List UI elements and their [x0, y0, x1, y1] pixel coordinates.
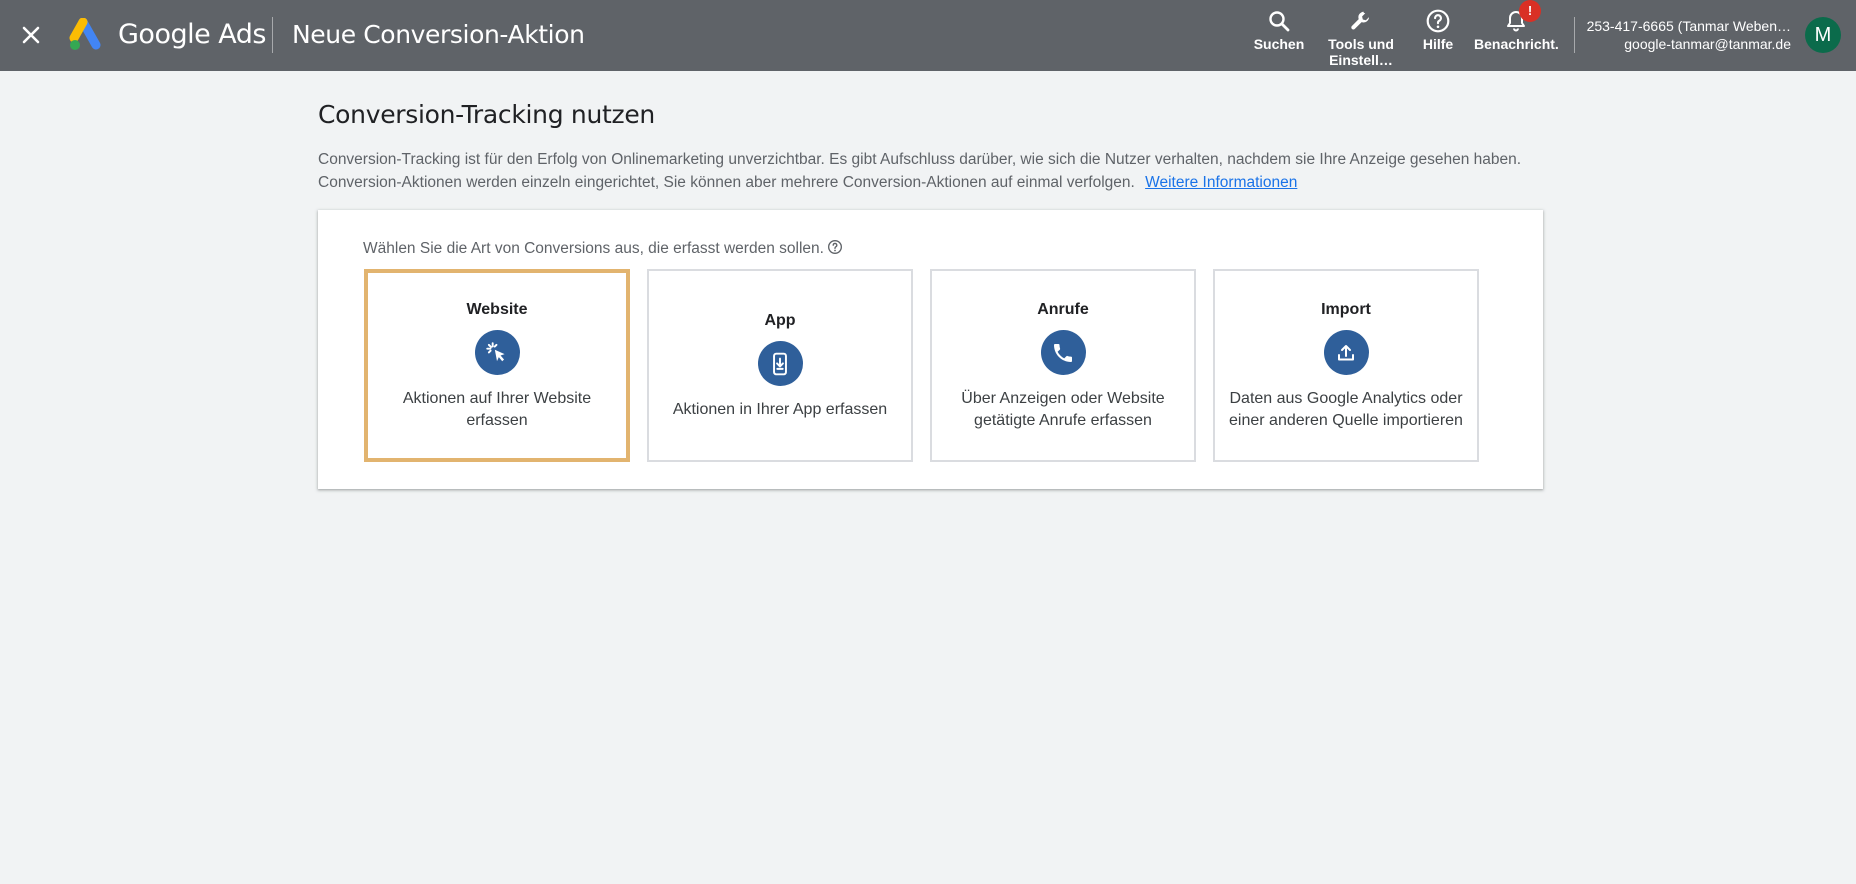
conversion-type-card: Wählen Sie die Art von Conversions aus, … — [318, 210, 1543, 489]
option-title: App — [764, 312, 796, 329]
search-button[interactable]: Suchen — [1248, 6, 1310, 52]
option-description: Aktionen auf Ihrer Website erfassen — [402, 390, 592, 429]
cursor-click-icon — [486, 341, 505, 361]
search-icon — [1269, 11, 1290, 32]
option-title: Import — [1321, 301, 1371, 318]
account-email: google-tanmar@tanmar.de — [1624, 36, 1791, 52]
option-title: Anrufe — [1037, 301, 1089, 318]
brand-name: Google Ads — [118, 19, 267, 50]
option-import[interactable]: Import Daten aus Google Analytics oder e… — [1213, 269, 1479, 462]
option-icon — [474, 330, 520, 375]
option-description: Daten aus Google Analytics oder einer an… — [1229, 390, 1463, 429]
google-ads-logo-icon — [69, 18, 101, 50]
account-name: 253-417-6665 (Tanmar Weben… — [1586, 18, 1791, 34]
close-button[interactable] — [14, 18, 48, 52]
help-circle-icon — [1426, 9, 1450, 33]
option-title: Website — [466, 301, 528, 318]
option-website[interactable]: Website Aktionen auf Ihrer Website erfas… — [364, 269, 630, 462]
option-description: Über Anzeigen oder Website getätigte Anr… — [961, 390, 1165, 429]
header-divider — [272, 17, 273, 53]
avatar[interactable]: M — [1805, 17, 1841, 53]
notification-badge: ! — [1519, 0, 1541, 22]
option-icon — [1323, 330, 1369, 375]
phone-download-icon — [773, 352, 787, 375]
learn-more-link[interactable]: Weitere Informationen — [1145, 174, 1297, 191]
tools-settings-label: Tools und Einstell… — [1328, 36, 1394, 68]
help-outline-icon[interactable] — [827, 239, 843, 255]
top-app-bar: Google Ads Neue Conversion-Aktion Suchen… — [0, 0, 1856, 71]
main-heading: Conversion-Tracking nutzen — [318, 100, 655, 129]
option-description: Aktionen in Ihrer App erfassen — [672, 401, 888, 418]
select-label: Wählen Sie die Art von Conversions aus, … — [363, 240, 824, 257]
option-app[interactable]: App Aktionen in Ihrer App erfassen — [647, 269, 913, 462]
help-button[interactable]: Hilfe — [1414, 6, 1462, 52]
wrench-icon — [1351, 11, 1370, 30]
close-icon — [22, 26, 40, 44]
option-icon — [1040, 330, 1086, 375]
account-switcher[interactable]: 253-417-6665 (Tanmar Weben… google-tanma… — [1587, 17, 1791, 53]
card-label: Wählen Sie die Art von Conversions aus, … — [363, 239, 843, 259]
phone-icon — [1054, 343, 1072, 362]
account-divider — [1574, 17, 1575, 53]
option-calls[interactable]: Anrufe Über Anzeigen oder Website getäti… — [930, 269, 1196, 462]
upload-icon — [1338, 344, 1354, 360]
notifications-button[interactable]: ! Benachricht. — [1474, 0, 1559, 52]
help-button-label: Hilfe — [1422, 36, 1454, 52]
notifications-label: Benachricht. — [1474, 36, 1559, 52]
intro-paragraph: Conversion-Tracking ist für den Erfolg v… — [318, 151, 1522, 191]
search-button-label: Suchen — [1253, 36, 1305, 52]
page-title: Neue Conversion-Aktion — [292, 20, 585, 49]
option-icon — [757, 341, 803, 386]
intro-text: Conversion-Tracking ist für den Erfolg v… — [318, 148, 1548, 194]
tools-settings-button[interactable]: Tools und Einstell… — [1322, 6, 1400, 68]
